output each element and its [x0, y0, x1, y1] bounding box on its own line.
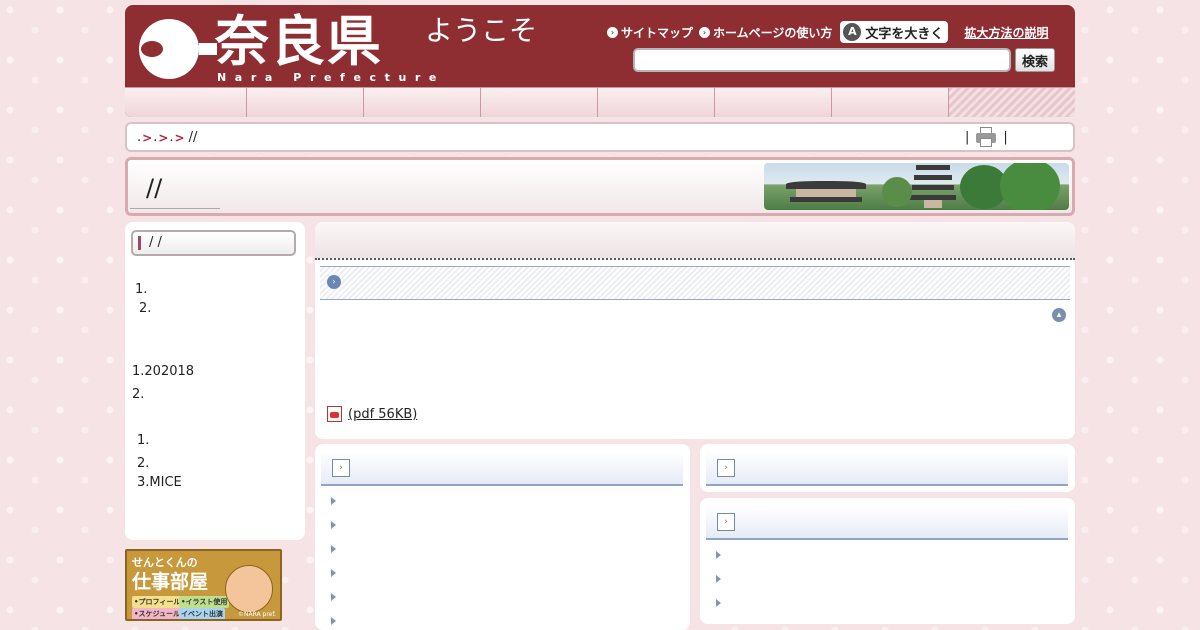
nav-tab-8[interactable]: [949, 88, 1075, 117]
pdf-row: (pdf 56KB): [327, 406, 417, 422]
list-item[interactable]: 1.202018: [132, 364, 194, 379]
list-item[interactable]: 2.: [139, 301, 151, 316]
printer-icon[interactable]: [975, 127, 997, 147]
enlarge-help-link[interactable]: 拡大方法の説明: [964, 24, 1048, 41]
related-box-left: ›: [315, 444, 690, 630]
nav-tab-2[interactable]: [247, 88, 364, 117]
list-bullet-icon[interactable]: [331, 569, 336, 577]
chevron-right-icon: >: [174, 130, 185, 145]
list-item[interactable]: 1.: [137, 433, 149, 448]
breadcrumb: . > . > . > //: [137, 130, 197, 145]
related-box-right-bottom: ›: [700, 498, 1075, 624]
sidebar: / / 1. 2. 1.202018 2. 1. 2. 3.MICE: [125, 222, 305, 540]
separator: |: [1003, 129, 1008, 145]
pdf-download-link[interactable]: (pdf 56KB): [348, 407, 417, 422]
sitemap-label: サイトマップ: [621, 25, 694, 40]
box-heading: ›: [321, 452, 683, 486]
list-item[interactable]: 3.MICE: [137, 475, 182, 490]
arrow-right-icon: ›: [717, 513, 735, 531]
nara-logo-icon[interactable]: [139, 19, 217, 79]
list-bullet-icon[interactable]: [331, 617, 336, 625]
print-area: | |: [965, 127, 1008, 147]
list-bullet-icon[interactable]: [331, 593, 336, 601]
pdf-icon: [327, 406, 342, 422]
sento-banner[interactable]: せんとくんの 仕事部屋 •プロフィール •イラスト使用 •スケジュール イベント…: [125, 549, 282, 621]
section-bullet-icon: ›: [327, 275, 341, 289]
enlarge-label: 文字を大きく: [865, 26, 944, 42]
breadcrumb-bar: . > . > . > // | |: [125, 122, 1075, 152]
sento-tag-event: イベント出演: [179, 608, 225, 619]
sitemap-link[interactable]: › サイトマップ: [607, 24, 693, 41]
nav-tab-7[interactable]: [832, 88, 949, 117]
nav-tab-5[interactable]: [598, 88, 715, 117]
welcome-text: ようこそ: [425, 14, 538, 47]
box-heading: ›: [706, 506, 1068, 540]
arrow-right-icon: ›: [699, 26, 711, 38]
list-bullet-icon[interactable]: [331, 521, 336, 529]
main-heading-bar: [315, 222, 1075, 260]
section-heading: ›: [320, 266, 1070, 300]
site-header: 奈良県 Nara Prefecture ようこそ › サイトマップ › ホームペ…: [125, 5, 1075, 117]
enlarge-text-button[interactable]: A 文字を大きく: [840, 21, 949, 43]
separator: |: [965, 129, 970, 145]
related-box-right-top: ›: [700, 444, 1075, 492]
header-utility-links: › サイトマップ › ホームページの使い方 A 文字を大きく 拡大方法の説明: [607, 21, 1048, 43]
list-bullet-icon[interactable]: [716, 551, 721, 559]
arrow-right-icon: ›: [717, 459, 735, 477]
title-banner: //: [125, 157, 1075, 216]
title-underline: [130, 208, 220, 209]
sento-tag-illust: •イラスト使用: [179, 596, 230, 608]
list-item[interactable]: 1.: [135, 282, 147, 297]
sento-tag-profile: •プロフィール: [132, 596, 183, 608]
chevron-right-icon: >: [142, 130, 153, 145]
back-to-top-icon[interactable]: ▴: [1052, 308, 1066, 322]
breadcrumb-current: //: [188, 130, 198, 145]
text-size-icon: A: [843, 23, 862, 41]
nav-tab-6[interactable]: [715, 88, 832, 117]
arrow-right-icon: ›: [332, 459, 350, 477]
search-input[interactable]: [633, 48, 1011, 72]
nav-tab-1[interactable]: [125, 88, 247, 117]
breadcrumb-link-3[interactable]: .: [169, 130, 173, 145]
page-title: //: [146, 174, 163, 202]
howto-link[interactable]: › ホームページの使い方: [699, 24, 832, 41]
arrow-right-icon: ›: [607, 26, 618, 38]
global-nav: [125, 87, 1075, 117]
main-content: › ▴ (pdf 56KB): [315, 222, 1075, 439]
logo-subtitle: Nara Prefecture: [217, 71, 445, 84]
chevron-right-icon: >: [158, 130, 169, 145]
sento-tag-schedule: •スケジュール: [132, 608, 182, 619]
list-bullet-icon[interactable]: [331, 545, 336, 553]
nav-tab-4[interactable]: [481, 88, 598, 117]
sidebar-heading: / /: [131, 230, 296, 256]
list-bullet-icon[interactable]: [716, 599, 721, 607]
breadcrumb-link-1[interactable]: .: [137, 130, 141, 145]
howto-label: ホームページの使い方: [713, 25, 833, 40]
box-heading: ›: [706, 452, 1068, 486]
nav-tab-3[interactable]: [364, 88, 481, 117]
temple-photo: [764, 163, 1069, 210]
sento-copyright: ©NARA pref.: [238, 611, 276, 618]
list-item[interactable]: 2.: [132, 387, 144, 402]
breadcrumb-link-2[interactable]: .: [153, 130, 157, 145]
list-item[interactable]: 2.: [137, 456, 149, 471]
sento-kun-mascot: [225, 565, 273, 613]
sento-banner-line2: 仕事部屋: [132, 571, 209, 593]
logo-title[interactable]: 奈良県: [215, 9, 383, 75]
list-bullet-icon[interactable]: [716, 575, 721, 583]
search-button[interactable]: 検索: [1015, 48, 1055, 72]
list-bullet-icon[interactable]: [331, 497, 336, 505]
